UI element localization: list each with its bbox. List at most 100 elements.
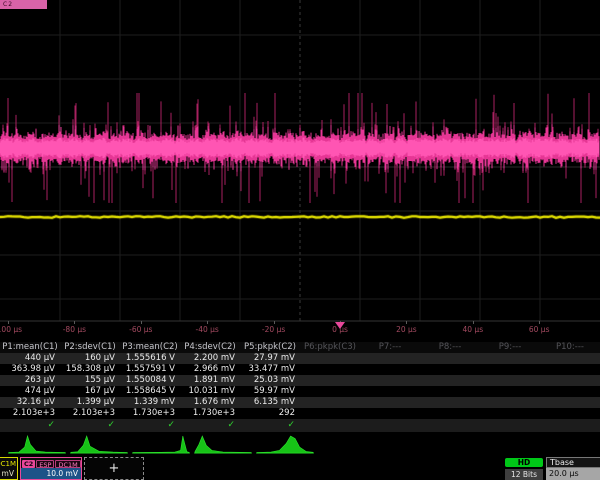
- measure-value: 59.97 mV: [240, 386, 300, 397]
- measure-header-6[interactable]: P6:pkpk(C3): [300, 342, 360, 353]
- add-trace-button[interactable]: +: [84, 457, 144, 480]
- status-check-icon: ✓: [120, 419, 180, 432]
- measure-value: 10.031 mV: [180, 386, 240, 397]
- time-axis-label: -20 µs: [262, 325, 285, 334]
- histicon-p5[interactable]: [256, 433, 314, 456]
- measure-value: [300, 375, 360, 386]
- measure-value: 1.558645 V: [120, 386, 180, 397]
- time-axis-tick: [539, 321, 540, 324]
- measure-row: 474 µV167 µV1.558645 V10.031 mV59.97 mV: [0, 386, 600, 397]
- measure-value: 1.891 mV: [180, 375, 240, 386]
- measure-value: [540, 386, 600, 397]
- histicon-p1[interactable]: [8, 433, 66, 456]
- oscilloscope-screen: C2 -100 µs-80 µs-60 µs-40 µs-20 µs0 µs20…: [0, 0, 600, 480]
- time-axis-tick: [141, 321, 142, 324]
- time-axis-tick: [406, 321, 407, 324]
- measure-row: 263 µV155 µV1.550084 V1.891 mV25.03 mV: [0, 375, 600, 386]
- measure-value: [300, 408, 360, 419]
- histicon-p4[interactable]: [194, 433, 252, 456]
- histicon-p2[interactable]: [70, 433, 128, 456]
- measure-value: [360, 364, 420, 375]
- time-axis-tick: [473, 321, 474, 324]
- c2-esp-badge: ESP: [36, 460, 54, 468]
- timebase-label: Tbase: [546, 457, 600, 468]
- measure-value: 1.557591 V: [120, 364, 180, 375]
- c2-coupling-badge: DC1M: [55, 460, 80, 468]
- status-check-icon: ✓: [60, 419, 120, 432]
- time-axis-label: -80 µs: [63, 325, 86, 334]
- channel-c1-descriptor[interactable]: DC1M 10.0 mV: [0, 457, 18, 480]
- measure-value: 25.03 mV: [240, 375, 300, 386]
- measure-header-row: P1:mean(C1)P2:sdev(C1)P3:mean(C2)P4:sdev…: [0, 342, 600, 353]
- measure-value: [480, 364, 540, 375]
- c1-volts-per-div: 10.0 mV: [0, 468, 17, 479]
- waveform-grid: [0, 0, 600, 322]
- measure-value: 1.339 mV: [120, 397, 180, 408]
- measure-header-8[interactable]: P8:---: [420, 342, 480, 353]
- measure-value: 27.97 mV: [240, 353, 300, 364]
- measure-value: 263 µV: [0, 375, 60, 386]
- timebase-value: 20.0 µs: [546, 468, 600, 480]
- measure-value: [480, 408, 540, 419]
- measure-header-7[interactable]: P7:---: [360, 342, 420, 353]
- measure-value: [480, 397, 540, 408]
- time-axis-label: 40 µs: [462, 325, 483, 334]
- measure-value: 155 µV: [60, 375, 120, 386]
- measure-value: 2.200 mV: [180, 353, 240, 364]
- measure-value: 1.399 µV: [60, 397, 120, 408]
- measure-status-row: ✓✓✓✓✓: [0, 419, 600, 432]
- measure-header-1[interactable]: P1:mean(C1): [0, 342, 60, 353]
- measure-value: [420, 408, 480, 419]
- measure-value: 2.966 mV: [180, 364, 240, 375]
- measure-value: [480, 353, 540, 364]
- status-check-empty: [360, 419, 420, 432]
- measure-value: [540, 408, 600, 419]
- measure-value: 474 µV: [0, 386, 60, 397]
- status-check-empty: [300, 419, 360, 432]
- measure-value: 33.477 mV: [240, 364, 300, 375]
- measure-header-3[interactable]: P3:mean(C2): [120, 342, 180, 353]
- trigger-position-marker[interactable]: [335, 322, 345, 329]
- time-axis-tick: [8, 321, 9, 324]
- measurement-table: P1:mean(C1)P2:sdev(C1)P3:mean(C2)P4:sdev…: [0, 342, 600, 432]
- measure-value: 1.555616 V: [120, 353, 180, 364]
- time-axis-label: -100 µs: [0, 325, 22, 334]
- hd-mode-badge[interactable]: HD: [505, 458, 543, 467]
- measure-value: [480, 386, 540, 397]
- resolution-bits-label: 12 Bits: [505, 469, 543, 480]
- measure-value: [360, 353, 420, 364]
- measure-value: [420, 375, 480, 386]
- measure-header-5[interactable]: P5:pkpk(C2): [240, 342, 300, 353]
- measure-row: 363.98 µV158.308 µV1.557591 V2.966 mV33.…: [0, 364, 600, 375]
- channel-c2-descriptor[interactable]: C2 ESP DC1M 10.0 mV: [20, 457, 82, 480]
- measure-value: [420, 386, 480, 397]
- measure-value: 2.103e+3: [60, 408, 120, 419]
- measure-value: 160 µV: [60, 353, 120, 364]
- measure-row: 2.103e+32.103e+31.730e+31.730e+3292: [0, 408, 600, 419]
- measure-value: [360, 375, 420, 386]
- measure-header-9[interactable]: P9:---: [480, 342, 540, 353]
- measure-value: [420, 353, 480, 364]
- time-axis-tick: [274, 321, 275, 324]
- measure-value: 1.730e+3: [180, 408, 240, 419]
- measure-value: [540, 353, 600, 364]
- status-check-empty: [420, 419, 480, 432]
- measure-row: 32.16 µV1.399 µV1.339 mV1.676 mV6.135 mV: [0, 397, 600, 408]
- timebase-descriptor[interactable]: Tbase 20.0 µs: [546, 457, 600, 480]
- measure-value: 1.676 mV: [180, 397, 240, 408]
- status-check-icon: ✓: [180, 419, 240, 432]
- time-axis-tick: [74, 321, 75, 324]
- histicon-p3[interactable]: [132, 433, 190, 456]
- measure-value: [540, 375, 600, 386]
- c2-channel-badge: C2: [22, 460, 35, 468]
- measure-value: [300, 386, 360, 397]
- measure-value: 1.550084 V: [120, 375, 180, 386]
- time-axis-label: 60 µs: [529, 325, 550, 334]
- measure-header-2[interactable]: P2:sdev(C1): [60, 342, 120, 353]
- active-trace-badge[interactable]: C2: [0, 0, 47, 9]
- time-axis: -100 µs-80 µs-60 µs-40 µs-20 µs0 µs20 µs…: [0, 321, 600, 338]
- c2-volts-per-div: 10.0 mV: [21, 468, 81, 479]
- measure-header-10[interactable]: P10:---: [540, 342, 600, 353]
- measure-header-4[interactable]: P4:sdev(C2): [180, 342, 240, 353]
- bottom-bar: DC1M 10.0 mV C2 ESP DC1M 10.0 mV + HD 12…: [0, 457, 600, 480]
